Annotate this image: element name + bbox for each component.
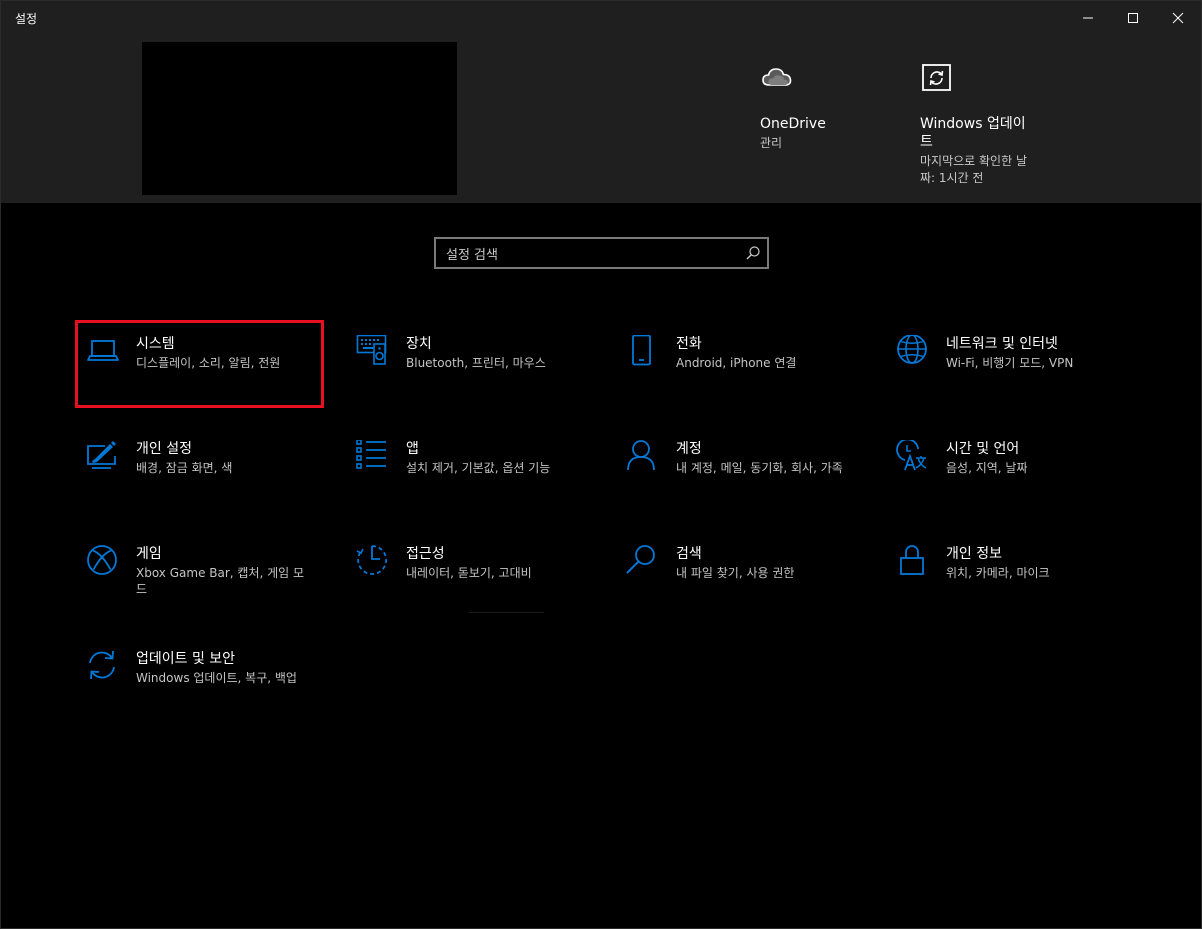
minimize-icon xyxy=(1083,17,1093,19)
category-subtitle: Wi-Fi, 비행기 모드, VPN xyxy=(946,356,1074,370)
category-title: 장치 xyxy=(406,336,432,352)
category-subtitle: 위치, 카메라, 마이크 xyxy=(946,566,1050,580)
accessibility-icon xyxy=(356,545,388,575)
category-subtitle: Android, iPhone 연결 xyxy=(676,356,797,370)
category-subtitle: Bluetooth, 프린터, 마우스 xyxy=(406,356,546,370)
category-title: 계정 xyxy=(676,441,702,457)
xbox-icon xyxy=(87,545,117,575)
category-subtitle: 음성, 지역, 날짜 xyxy=(946,461,1028,475)
search-placeholder: 설정 검색 xyxy=(446,248,498,263)
category-title: 업데이트 및 보안 xyxy=(136,651,236,667)
header-band: OneDrive 관리 Windows 업데이트 마지막으로 확인한 날짜: 1… xyxy=(1,35,1201,203)
time-language-icon xyxy=(896,440,927,471)
globe-icon xyxy=(897,335,927,364)
maximize-button[interactable] xyxy=(1110,1,1156,35)
title-bar: 설정 xyxy=(1,1,1201,35)
category-subtitle: 내 계정, 메일, 동기화, 회사, 가족 xyxy=(676,461,843,475)
quick-link-subtitle: 관리 xyxy=(760,136,783,150)
quick-link-title: Windows 업데이트 xyxy=(920,116,1026,150)
quick-link-windows-update[interactable]: Windows 업데이트 마지막으로 확인한 날짜: 1시간 전 xyxy=(920,61,1040,187)
quick-link-onedrive[interactable]: OneDrive 관리 xyxy=(760,61,880,152)
divider xyxy=(469,612,544,613)
search-icon xyxy=(626,545,655,574)
category-title: 네트워크 및 인터넷 xyxy=(946,336,1058,352)
category-subtitle: Xbox Game Bar, 캡처, 게임 모드 xyxy=(136,566,305,596)
category-subtitle: 내레이터, 돋보기, 고대비 xyxy=(406,566,532,580)
devices-icon xyxy=(356,335,387,365)
window-title: 설정 xyxy=(15,12,38,26)
category-title: 접근성 xyxy=(406,546,445,562)
category-title: 개인 설정 xyxy=(136,441,192,457)
phone-icon xyxy=(632,335,651,366)
close-icon xyxy=(1172,12,1184,24)
category-subtitle: 디스플레이, 소리, 알림, 전원 xyxy=(136,356,281,370)
person-icon xyxy=(627,440,655,471)
update-icon xyxy=(922,64,951,91)
category-subtitle: 배경, 잠금 화면, 색 xyxy=(136,461,233,475)
apps-list-icon xyxy=(356,440,386,469)
maximize-icon xyxy=(1128,13,1138,23)
category-title: 시스템 xyxy=(136,336,175,352)
category-title: 검색 xyxy=(676,546,702,562)
search-icon xyxy=(746,246,760,260)
account-profile-block[interactable] xyxy=(142,42,457,195)
search-input[interactable]: 설정 검색 xyxy=(434,237,769,269)
category-title: 전화 xyxy=(676,336,702,352)
laptop-icon xyxy=(87,340,119,361)
paint-icon xyxy=(87,441,116,469)
category-title: 게임 xyxy=(136,546,162,562)
category-title: 개인 정보 xyxy=(946,546,1002,562)
close-button[interactable] xyxy=(1155,1,1201,35)
quick-link-title: OneDrive xyxy=(760,116,826,132)
category-title: 앱 xyxy=(406,441,419,457)
category-subtitle: Windows 업데이트, 복구, 백업 xyxy=(136,671,297,685)
category-subtitle: 설치 제거, 기본값, 옵션 기능 xyxy=(406,461,551,475)
quick-link-subtitle: 마지막으로 확인한 날짜: 1시간 전 xyxy=(920,154,1027,185)
minimize-button[interactable] xyxy=(1065,1,1111,35)
category-title: 시간 및 언어 xyxy=(946,441,1020,457)
settings-window: 설정 OneDrive 관리 Windows 업데이트 마지막으로 확인한 날짜… xyxy=(0,0,1202,929)
lock-icon xyxy=(900,545,924,575)
sync-icon xyxy=(89,650,115,680)
category-subtitle: 내 파일 찾기, 사용 권한 xyxy=(676,566,795,580)
cloud-icon xyxy=(762,68,792,86)
